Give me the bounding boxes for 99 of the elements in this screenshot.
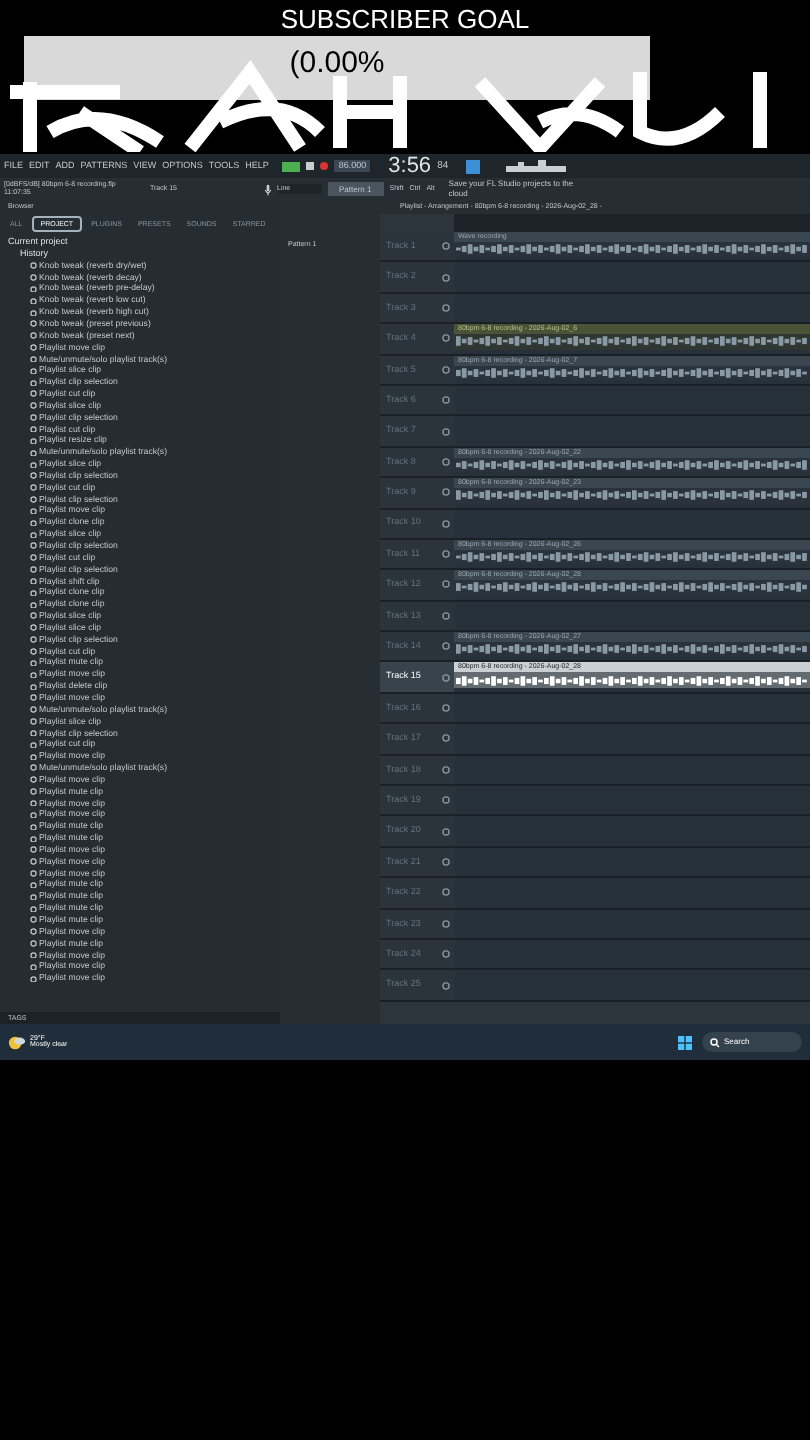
undo-circle-icon [30, 484, 37, 492]
mute-button-icon[interactable] [442, 827, 450, 836]
undo-circle-icon [30, 601, 37, 609]
undo-circle-icon [30, 858, 37, 866]
undo-circle-icon [30, 694, 37, 702]
undo-circle-icon [30, 589, 37, 597]
undo-circle-icon [30, 309, 37, 317]
windows-logo-icon[interactable] [678, 1035, 692, 1049]
mute-button-icon[interactable] [442, 334, 450, 343]
mute-button-icon[interactable] [442, 919, 450, 928]
mute-button-icon[interactable] [442, 888, 450, 897]
undo-circle-icon [30, 870, 37, 878]
mute-button-icon[interactable] [442, 734, 450, 743]
undo-circle-icon [30, 648, 37, 656]
undo-circle-icon [30, 437, 37, 445]
undo-circle-icon [30, 893, 37, 901]
undo-circle-icon [30, 461, 37, 469]
undo-circle-icon [30, 951, 37, 959]
mute-button-icon[interactable] [442, 673, 450, 682]
undo-circle-icon [30, 285, 37, 293]
undo-circle-icon [30, 753, 37, 761]
undo-circle-icon [30, 683, 37, 691]
meter-drawing [506, 160, 567, 172]
mute-button-icon[interactable] [442, 580, 450, 589]
record-button[interactable] [320, 162, 329, 170]
undo-circle-icon [30, 788, 37, 796]
mute-button-icon[interactable] [442, 642, 450, 651]
undo-circle-icon [30, 566, 37, 574]
undo-circle-icon [30, 729, 37, 737]
undo-circle-icon [30, 624, 37, 632]
undo-circle-icon [30, 519, 37, 527]
undo-circle-icon [30, 975, 37, 983]
undo-circle-icon [30, 928, 37, 936]
undo-circle-icon [30, 414, 37, 422]
mute-button-icon[interactable] [442, 519, 450, 528]
undo-circle-icon [30, 671, 37, 679]
undo-circle-icon [30, 577, 37, 585]
undo-circle-icon [30, 496, 37, 504]
search-icon [710, 1037, 720, 1047]
undo-circle-icon [30, 425, 37, 433]
undo-circle-icon [30, 905, 37, 913]
mute-button-icon[interactable] [442, 365, 450, 374]
undo-circle-icon [30, 367, 37, 375]
mute-button-icon[interactable] [442, 303, 450, 312]
microphone-icon[interactable] [263, 183, 271, 195]
mute-button-icon[interactable] [442, 611, 450, 620]
mute-button-icon[interactable] [442, 242, 450, 251]
undo-circle-icon [30, 823, 37, 831]
mute-button-icon[interactable] [442, 796, 450, 805]
weather-icon[interactable] [8, 1033, 26, 1051]
mute-button-icon[interactable] [442, 550, 450, 559]
undo-circle-icon [30, 940, 37, 948]
mute-button-icon[interactable] [442, 488, 450, 497]
mute-button-icon[interactable] [442, 427, 450, 436]
undo-circle-icon [30, 274, 37, 282]
mute-button-icon[interactable] [442, 457, 450, 466]
undo-circle-icon [30, 659, 37, 667]
undo-circle-icon [30, 706, 37, 714]
undo-circle-icon [30, 741, 37, 749]
undo-circle-icon [30, 355, 37, 363]
undo-circle-icon [30, 835, 37, 843]
undo-circle-icon [30, 472, 37, 480]
undo-circle-icon [30, 776, 37, 784]
mute-button-icon[interactable] [442, 950, 450, 959]
goal-title: SUBSCRIBER GOAL [280, 6, 530, 32]
mute-button-icon[interactable] [442, 704, 450, 713]
undo-circle-icon [30, 531, 37, 539]
mute-button-icon[interactable] [442, 765, 450, 774]
undo-circle-icon [30, 507, 37, 515]
mute-button-icon[interactable] [442, 396, 450, 405]
undo-circle-icon [30, 320, 37, 328]
undo-circle-icon [30, 846, 37, 854]
mute-button-icon[interactable] [442, 858, 450, 866]
undo-circle-icon [30, 554, 37, 562]
undo-circle-icon [30, 344, 37, 352]
undo-circle-icon [30, 811, 37, 819]
undo-circle-icon [30, 542, 37, 550]
time-display: 3:56 [388, 155, 432, 177]
undo-circle-icon [30, 402, 37, 410]
undo-circle-icon [30, 916, 37, 924]
undo-circle-icon [30, 449, 37, 457]
play-button[interactable] [282, 161, 301, 171]
undo-circle-icon [30, 718, 37, 726]
undo-circle-icon [30, 297, 37, 305]
undo-circle-icon [30, 332, 37, 340]
undo-circle-icon [30, 764, 37, 772]
undo-circle-icon [30, 963, 37, 971]
goal-progress-text: (0.00% [289, 48, 385, 78]
stop-button[interactable] [306, 162, 315, 170]
undo-circle-icon [30, 262, 37, 270]
mode-button[interactable] [466, 159, 481, 173]
mute-button-icon[interactable] [442, 273, 450, 282]
undo-circle-icon [30, 390, 37, 398]
undo-circle-icon [30, 881, 37, 889]
undo-circle-icon [30, 799, 37, 807]
undo-circle-icon [30, 612, 37, 620]
undo-circle-icon [30, 636, 37, 644]
mute-button-icon[interactable] [442, 981, 450, 990]
undo-circle-icon [30, 379, 37, 387]
